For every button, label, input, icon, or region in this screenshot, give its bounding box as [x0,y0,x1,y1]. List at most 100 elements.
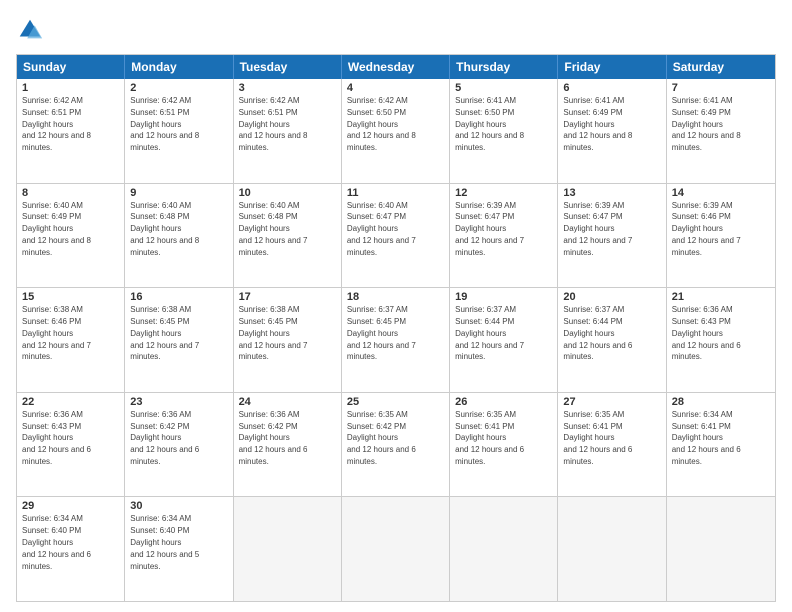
page: SundayMondayTuesdayWednesdayThursdayFrid… [0,0,792,612]
day-number: 6 [563,82,660,94]
day-number: 10 [239,187,336,199]
day-number: 16 [130,291,227,303]
day-number: 21 [672,291,770,303]
cell-info: Sunrise: 6:34 AMSunset: 6:40 PMDaylight … [130,514,199,570]
day-cell-18: 18 Sunrise: 6:37 AMSunset: 6:45 PMDaylig… [342,288,450,392]
day-number: 13 [563,187,660,199]
day-cell-11: 11 Sunrise: 6:40 AMSunset: 6:47 PMDaylig… [342,184,450,288]
day-number: 25 [347,396,444,408]
day-header-wednesday: Wednesday [342,55,450,79]
day-number: 11 [347,187,444,199]
day-cell-28: 28 Sunrise: 6:34 AMSunset: 6:41 PMDaylig… [667,393,775,497]
cell-info: Sunrise: 6:38 AMSunset: 6:45 PMDaylight … [130,305,199,361]
day-number: 15 [22,291,119,303]
cell-info: Sunrise: 6:37 AMSunset: 6:44 PMDaylight … [563,305,632,361]
cell-info: Sunrise: 6:40 AMSunset: 6:49 PMDaylight … [22,201,91,257]
header [16,16,776,44]
day-cell-9: 9 Sunrise: 6:40 AMSunset: 6:48 PMDayligh… [125,184,233,288]
cell-info: Sunrise: 6:37 AMSunset: 6:45 PMDaylight … [347,305,416,361]
calendar-week-1: 1 Sunrise: 6:42 AMSunset: 6:51 PMDayligh… [17,79,775,184]
day-number: 30 [130,500,227,512]
cell-info: Sunrise: 6:42 AMSunset: 6:50 PMDaylight … [347,96,416,152]
day-cell-7: 7 Sunrise: 6:41 AMSunset: 6:49 PMDayligh… [667,79,775,183]
cell-info: Sunrise: 6:35 AMSunset: 6:42 PMDaylight … [347,410,416,466]
cell-info: Sunrise: 6:38 AMSunset: 6:45 PMDaylight … [239,305,308,361]
day-number: 14 [672,187,770,199]
day-number: 19 [455,291,552,303]
day-number: 28 [672,396,770,408]
day-cell-30: 30 Sunrise: 6:34 AMSunset: 6:40 PMDaylig… [125,497,233,601]
day-cell-22: 22 Sunrise: 6:36 AMSunset: 6:43 PMDaylig… [17,393,125,497]
logo-icon [16,16,44,44]
day-cell-27: 27 Sunrise: 6:35 AMSunset: 6:41 PMDaylig… [558,393,666,497]
day-number: 4 [347,82,444,94]
day-cell-6: 6 Sunrise: 6:41 AMSunset: 6:49 PMDayligh… [558,79,666,183]
day-cell-13: 13 Sunrise: 6:39 AMSunset: 6:47 PMDaylig… [558,184,666,288]
cell-info: Sunrise: 6:36 AMSunset: 6:42 PMDaylight … [239,410,308,466]
day-cell-25: 25 Sunrise: 6:35 AMSunset: 6:42 PMDaylig… [342,393,450,497]
day-cell-10: 10 Sunrise: 6:40 AMSunset: 6:48 PMDaylig… [234,184,342,288]
cell-info: Sunrise: 6:40 AMSunset: 6:47 PMDaylight … [347,201,416,257]
cell-info: Sunrise: 6:35 AMSunset: 6:41 PMDaylight … [455,410,524,466]
day-number: 18 [347,291,444,303]
day-number: 3 [239,82,336,94]
empty-cell [558,497,666,601]
day-number: 9 [130,187,227,199]
day-cell-15: 15 Sunrise: 6:38 AMSunset: 6:46 PMDaylig… [17,288,125,392]
day-cell-3: 3 Sunrise: 6:42 AMSunset: 6:51 PMDayligh… [234,79,342,183]
day-cell-4: 4 Sunrise: 6:42 AMSunset: 6:50 PMDayligh… [342,79,450,183]
day-cell-23: 23 Sunrise: 6:36 AMSunset: 6:42 PMDaylig… [125,393,233,497]
cell-info: Sunrise: 6:39 AMSunset: 6:47 PMDaylight … [563,201,632,257]
day-cell-19: 19 Sunrise: 6:37 AMSunset: 6:44 PMDaylig… [450,288,558,392]
day-header-thursday: Thursday [450,55,558,79]
day-number: 1 [22,82,119,94]
cell-info: Sunrise: 6:41 AMSunset: 6:49 PMDaylight … [563,96,632,152]
cell-info: Sunrise: 6:42 AMSunset: 6:51 PMDaylight … [130,96,199,152]
day-header-sunday: Sunday [17,55,125,79]
calendar-week-2: 8 Sunrise: 6:40 AMSunset: 6:49 PMDayligh… [17,184,775,289]
day-cell-5: 5 Sunrise: 6:41 AMSunset: 6:50 PMDayligh… [450,79,558,183]
calendar-header-row: SundayMondayTuesdayWednesdayThursdayFrid… [17,55,775,79]
cell-info: Sunrise: 6:40 AMSunset: 6:48 PMDaylight … [239,201,308,257]
cell-info: Sunrise: 6:36 AMSunset: 6:43 PMDaylight … [672,305,741,361]
calendar-week-4: 22 Sunrise: 6:36 AMSunset: 6:43 PMDaylig… [17,393,775,498]
empty-cell [450,497,558,601]
calendar-body: 1 Sunrise: 6:42 AMSunset: 6:51 PMDayligh… [17,79,775,601]
day-number: 23 [130,396,227,408]
day-number: 20 [563,291,660,303]
day-number: 29 [22,500,119,512]
cell-info: Sunrise: 6:35 AMSunset: 6:41 PMDaylight … [563,410,632,466]
day-cell-2: 2 Sunrise: 6:42 AMSunset: 6:51 PMDayligh… [125,79,233,183]
day-number: 24 [239,396,336,408]
day-number: 22 [22,396,119,408]
cell-info: Sunrise: 6:36 AMSunset: 6:42 PMDaylight … [130,410,199,466]
day-cell-24: 24 Sunrise: 6:36 AMSunset: 6:42 PMDaylig… [234,393,342,497]
cell-info: Sunrise: 6:34 AMSunset: 6:40 PMDaylight … [22,514,91,570]
cell-info: Sunrise: 6:38 AMSunset: 6:46 PMDaylight … [22,305,91,361]
day-number: 17 [239,291,336,303]
cell-info: Sunrise: 6:40 AMSunset: 6:48 PMDaylight … [130,201,199,257]
calendar: SundayMondayTuesdayWednesdayThursdayFrid… [16,54,776,602]
calendar-week-3: 15 Sunrise: 6:38 AMSunset: 6:46 PMDaylig… [17,288,775,393]
empty-cell [342,497,450,601]
cell-info: Sunrise: 6:42 AMSunset: 6:51 PMDaylight … [22,96,91,152]
day-header-monday: Monday [125,55,233,79]
day-cell-8: 8 Sunrise: 6:40 AMSunset: 6:49 PMDayligh… [17,184,125,288]
day-number: 8 [22,187,119,199]
day-number: 26 [455,396,552,408]
day-number: 5 [455,82,552,94]
day-number: 27 [563,396,660,408]
day-cell-14: 14 Sunrise: 6:39 AMSunset: 6:46 PMDaylig… [667,184,775,288]
day-number: 12 [455,187,552,199]
calendar-week-5: 29 Sunrise: 6:34 AMSunset: 6:40 PMDaylig… [17,497,775,601]
cell-info: Sunrise: 6:41 AMSunset: 6:50 PMDaylight … [455,96,524,152]
day-cell-17: 17 Sunrise: 6:38 AMSunset: 6:45 PMDaylig… [234,288,342,392]
day-header-tuesday: Tuesday [234,55,342,79]
cell-info: Sunrise: 6:42 AMSunset: 6:51 PMDaylight … [239,96,308,152]
day-cell-1: 1 Sunrise: 6:42 AMSunset: 6:51 PMDayligh… [17,79,125,183]
empty-cell [234,497,342,601]
cell-info: Sunrise: 6:36 AMSunset: 6:43 PMDaylight … [22,410,91,466]
cell-info: Sunrise: 6:39 AMSunset: 6:46 PMDaylight … [672,201,741,257]
cell-info: Sunrise: 6:39 AMSunset: 6:47 PMDaylight … [455,201,524,257]
day-number: 2 [130,82,227,94]
